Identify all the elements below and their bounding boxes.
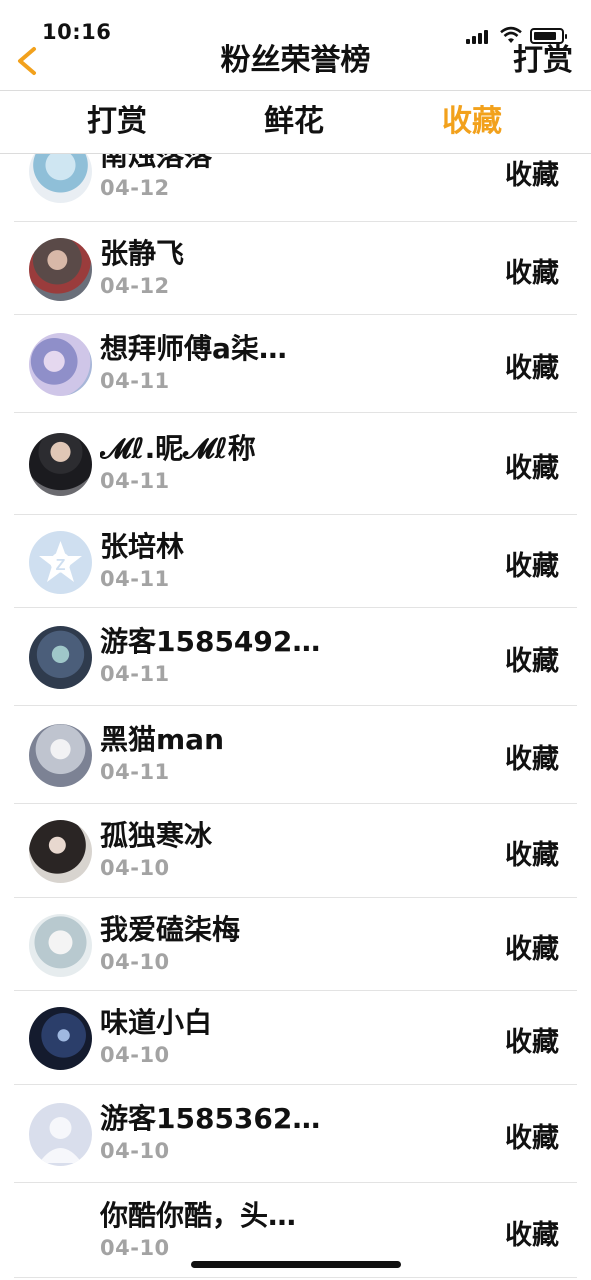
fan-date: 04-11 (100, 469, 170, 493)
fan-name: 南烛落落 (100, 154, 213, 172)
fan-date: 04-11 (100, 369, 170, 393)
favorite-action-label: 收藏 (505, 1027, 559, 1058)
fan-date: 04-11 (100, 566, 170, 591)
list-item[interactable]: 南烛落落 04-12 收藏 (0, 154, 591, 222)
fan-date: 04-10 (100, 1139, 170, 1163)
favorite-action-label: 收藏 (505, 257, 559, 289)
list-item[interactable]: 我爱磕柒梅 04-10 收藏 (0, 898, 591, 991)
cellular-signal-icon (466, 30, 492, 44)
fan-date: 04-11 (100, 662, 170, 686)
fan-date: 04-10 (100, 1043, 170, 1067)
avatar[interactable] (29, 154, 92, 203)
avatar[interactable] (29, 433, 92, 496)
fan-name: 孤独寒冰 (100, 819, 213, 852)
fan-name: 黑猫man (100, 723, 225, 756)
fan-date: 04-10 (100, 856, 170, 880)
fan-name: 想拜师傅a柒… (100, 332, 287, 365)
nav-bar: 粉丝荣誉榜 打赏 (0, 46, 591, 90)
fan-name: 我爱磕柒梅 (100, 912, 241, 946)
fan-date: 04-12 (100, 273, 170, 298)
fan-name: 𝓜ℓ.昵𝓜ℓ称 (100, 432, 256, 465)
fan-list[interactable]: 南烛落落 04-12 收藏 张静飞 04-12 收藏 想拜师傅a柒… 04-11 收藏 𝓜ℓ.昵𝓜… (0, 154, 591, 1280)
list-item[interactable]: 游客1585362… 04-10 收藏 (0, 1085, 591, 1183)
fan-name: 游客1585492… (100, 625, 321, 658)
battery-icon (530, 28, 567, 44)
favorite-action-label: 收藏 (505, 353, 559, 384)
fan-date: 04-10 (100, 949, 170, 974)
list-item[interactable]: 味道小白 04-10 收藏 (0, 991, 591, 1085)
list-item[interactable]: 张静飞 04-12 收藏 (0, 222, 591, 315)
avatar[interactable]: Z (29, 530, 92, 594)
favorite-action-label: 收藏 (505, 1123, 559, 1154)
fan-date: 04-10 (100, 1235, 170, 1260)
favorite-action-label: 收藏 (505, 933, 559, 965)
favorite-action-label: 收藏 (505, 744, 559, 775)
avatar[interactable] (29, 237, 92, 301)
list-item[interactable]: Z 张培林 04-11 收藏 (0, 515, 591, 608)
fan-name: 张培林 (100, 529, 185, 563)
list-item[interactable]: 𝓜ℓ.昵𝓜ℓ称 04-11 收藏 (0, 413, 591, 515)
avatar[interactable] (29, 820, 92, 883)
svg-text:Z: Z (56, 557, 66, 574)
fan-name: 你酷你酷，头… (100, 1198, 297, 1232)
tab-reward[interactable]: 打赏 (57, 91, 177, 153)
status-bar: 10:16 (0, 0, 591, 46)
tab-flowers[interactable]: 鲜花 (234, 91, 354, 153)
favorite-action-label: 收藏 (505, 453, 559, 484)
fan-date: 04-11 (100, 760, 170, 784)
list-item[interactable]: 游客1585492… 04-11 收藏 (0, 608, 591, 706)
fan-list-content: 南烛落落 04-12 收藏 张静飞 04-12 收藏 想拜师傅a柒… 04-11 收藏 𝓜ℓ.昵𝓜… (0, 154, 591, 1278)
avatar[interactable] (29, 333, 92, 396)
fan-date: 04-12 (100, 176, 170, 200)
tab-bar: 打赏 鲜花 收藏 (0, 91, 591, 153)
row-divider (14, 1277, 577, 1278)
favorite-action-label: 收藏 (505, 160, 559, 191)
page-title: 粉丝荣誉榜 (220, 43, 371, 78)
avatar[interactable] (29, 913, 92, 977)
avatar[interactable] (29, 724, 92, 787)
home-indicator (191, 1261, 401, 1268)
fan-name: 游客1585362… (100, 1102, 321, 1135)
list-item[interactable]: 黑猫man 04-11 收藏 (0, 706, 591, 804)
status-time: 10:16 (42, 20, 112, 44)
list-item[interactable]: 想拜师傅a柒… 04-11 收藏 (0, 315, 591, 413)
list-item[interactable]: 孤独寒冰 04-10 收藏 (0, 804, 591, 898)
reward-button[interactable]: 打赏 (513, 46, 573, 76)
favorite-action-label: 收藏 (505, 1219, 559, 1251)
avatar[interactable] (29, 626, 92, 689)
avatar[interactable] (29, 1200, 92, 1263)
avatar[interactable] (29, 1103, 92, 1166)
favorite-action-label: 收藏 (505, 840, 559, 871)
tab-favorites[interactable]: 收藏 (412, 91, 532, 153)
favorite-action-label: 收藏 (505, 646, 559, 677)
battery-level (534, 32, 556, 40)
favorite-action-label: 收藏 (505, 550, 559, 582)
wifi-icon (500, 26, 522, 43)
fan-name: 味道小白 (100, 1006, 213, 1039)
avatar[interactable] (29, 1007, 92, 1070)
fan-name: 张静飞 (100, 236, 185, 270)
